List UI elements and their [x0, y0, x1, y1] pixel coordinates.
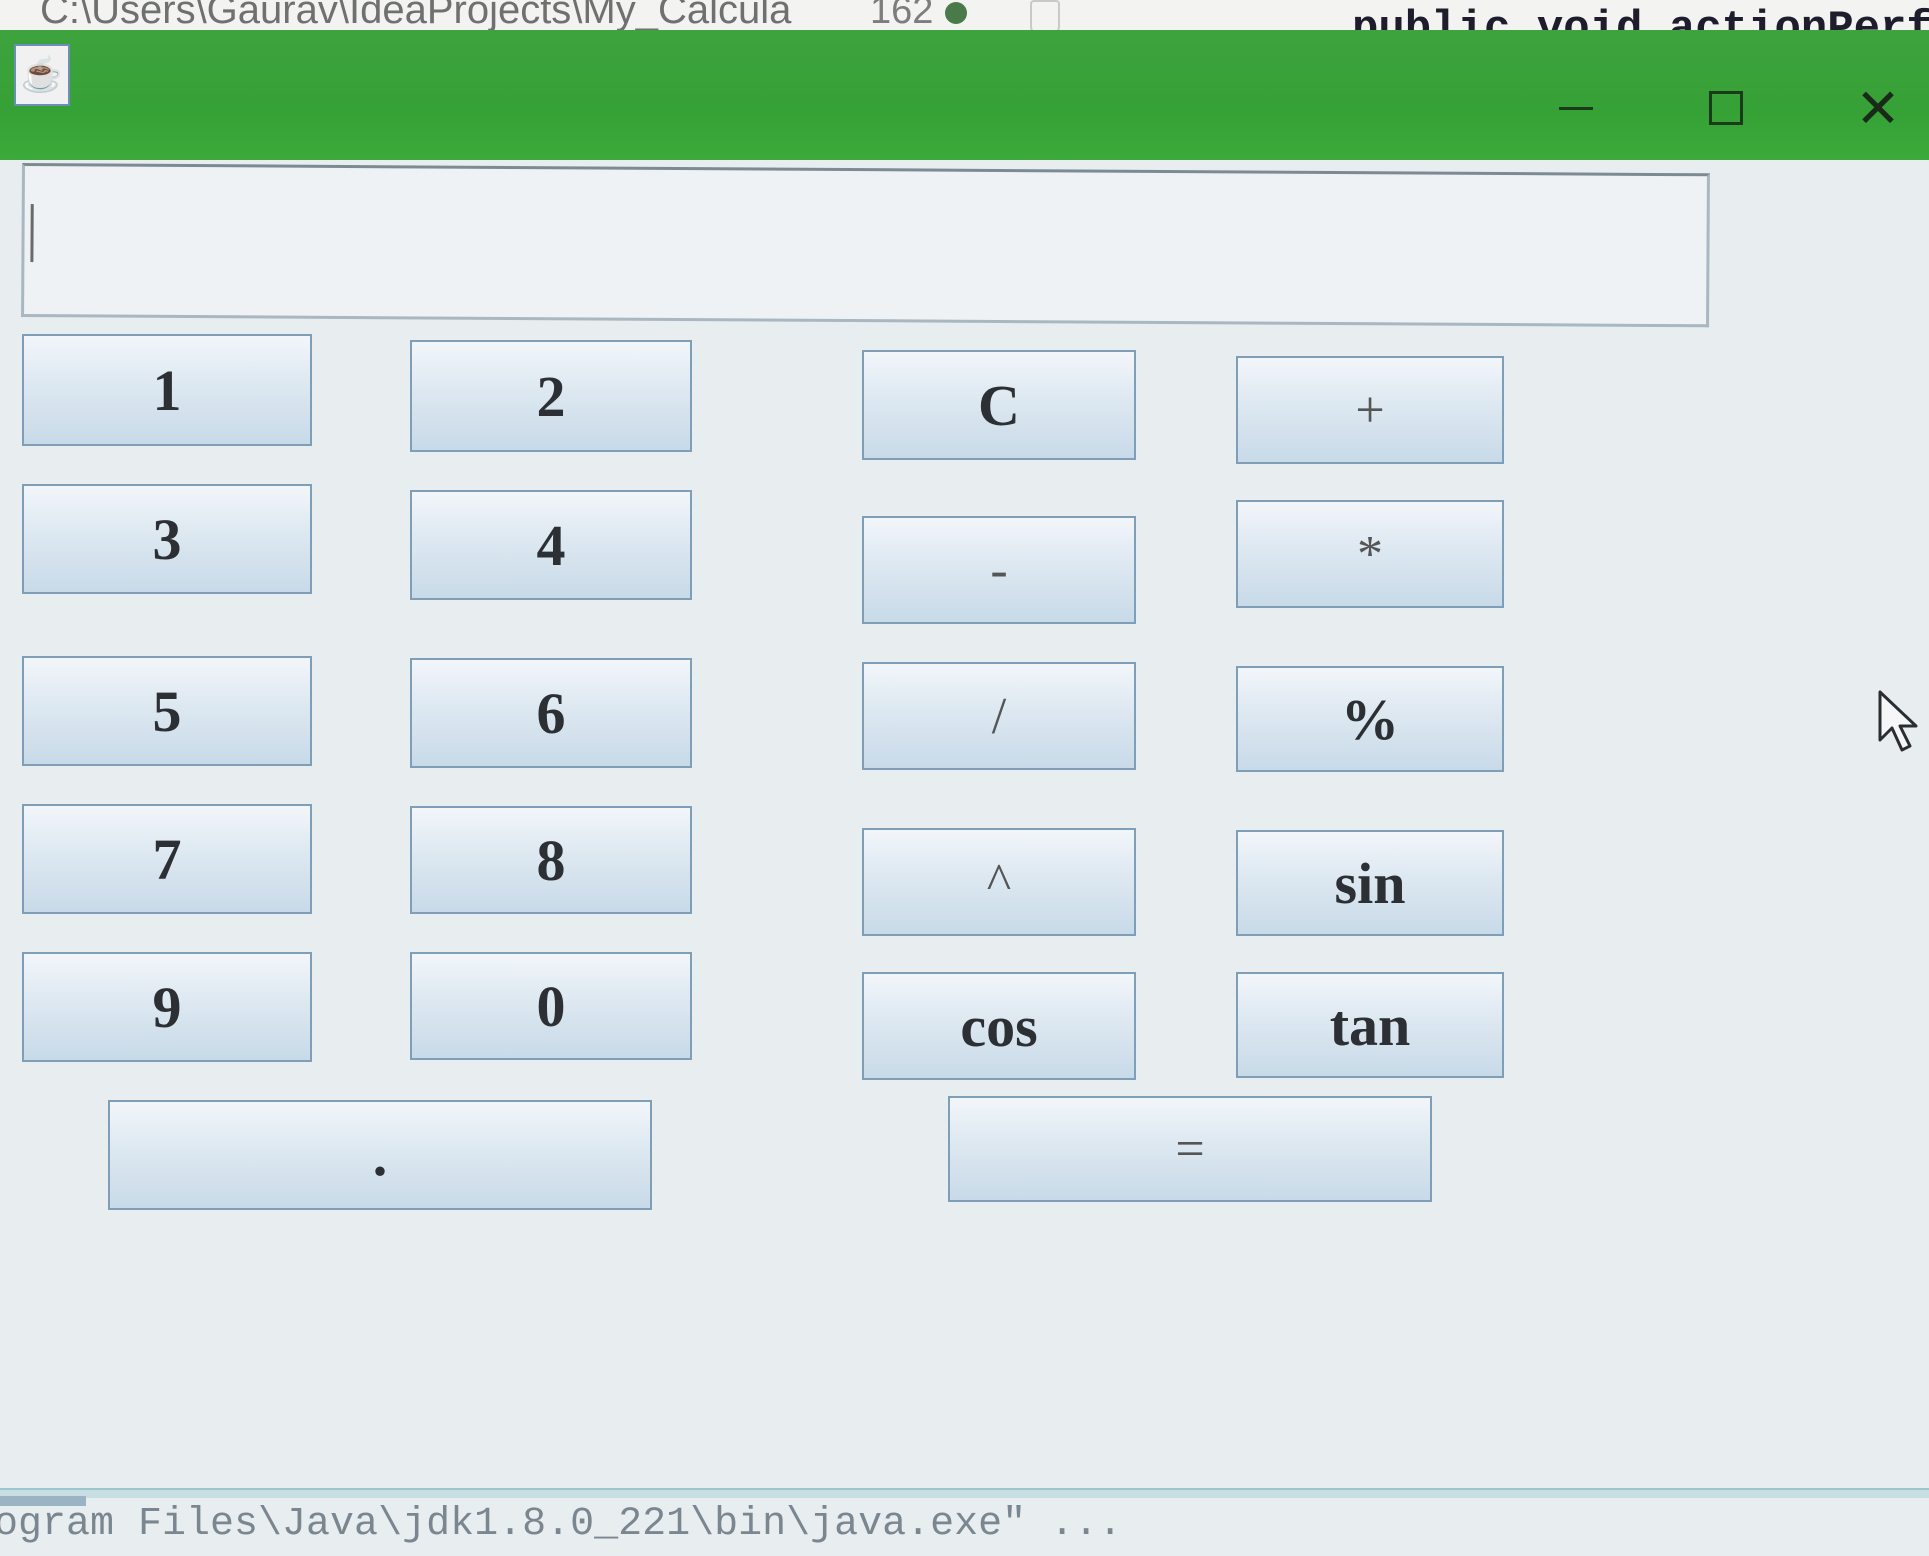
window-title-bar[interactable]: ☕ ✕ — [0, 30, 1929, 160]
close-button[interactable]: ✕ — [1838, 76, 1918, 140]
divide-button[interactable]: / — [862, 662, 1136, 770]
plus-button[interactable]: + — [1236, 356, 1504, 464]
minus-button[interactable]: - — [862, 516, 1136, 624]
breakpoint-icon — [945, 2, 967, 24]
power-button[interactable]: ^ — [862, 828, 1136, 936]
clear-button[interactable]: C — [862, 350, 1136, 460]
digit-2-button[interactable]: 2 — [410, 340, 692, 452]
tan-button[interactable]: tan — [1236, 972, 1504, 1078]
minimize-icon — [1559, 106, 1593, 110]
digit-4-button[interactable]: 4 — [410, 490, 692, 600]
maximize-icon — [1709, 91, 1743, 125]
ide-path-text: C:\Users\Gaurav\IdeaProjects\My_Calcula — [40, 0, 792, 32]
digit-6-button[interactable]: 6 — [410, 658, 692, 768]
close-icon: ✕ — [1855, 76, 1901, 140]
cos-button[interactable]: cos — [862, 972, 1136, 1080]
digit-0-button[interactable]: 0 — [410, 952, 692, 1060]
percent-button[interactable]: % — [1236, 666, 1504, 772]
console-output-text: ogram Files\Java\jdk1.8.0_221\bin\java.e… — [0, 1502, 1123, 1547]
text-caret — [30, 204, 34, 263]
sin-button[interactable]: sin — [1236, 830, 1504, 936]
digit-8-button[interactable]: 8 — [410, 806, 692, 914]
decimal-point-button[interactable]: . — [108, 1100, 652, 1210]
maximize-button[interactable] — [1686, 78, 1766, 138]
multiply-button[interactable]: * — [1236, 500, 1504, 608]
minimize-button[interactable] — [1536, 78, 1616, 138]
console-divider — [0, 1488, 1929, 1498]
calculator-display-input[interactable] — [21, 163, 1710, 328]
java-coffee-icon[interactable]: ☕ — [14, 44, 70, 106]
digit-9-button[interactable]: 9 — [22, 952, 312, 1062]
digit-5-button[interactable]: 5 — [22, 656, 312, 766]
digit-7-button[interactable]: 7 — [22, 804, 312, 914]
digit-1-button[interactable]: 1 — [22, 334, 312, 446]
digit-3-button[interactable]: 3 — [22, 484, 312, 594]
mouse-pointer-icon — [1878, 690, 1918, 752]
equals-button[interactable]: = — [948, 1096, 1432, 1202]
ide-line-number: 162 — [870, 0, 934, 32]
